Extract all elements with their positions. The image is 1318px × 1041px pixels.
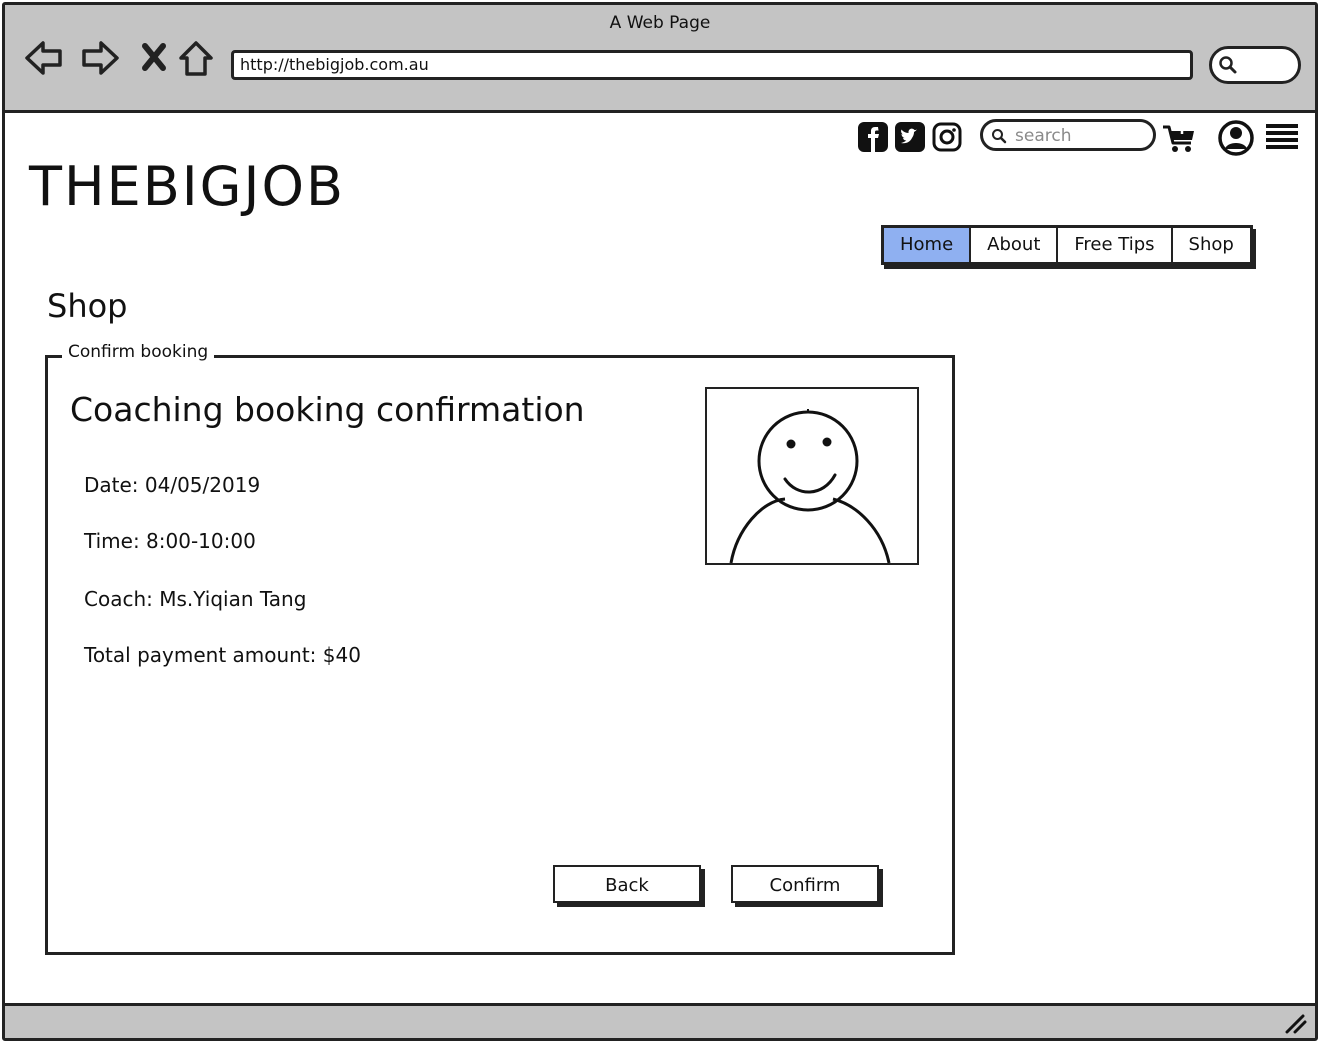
url-field[interactable]: http://thebigjob.com.au	[231, 50, 1193, 80]
booking-total: Total payment amount: $40	[84, 643, 361, 667]
booking-coach: Coach: Ms.Yiqian Tang	[84, 587, 307, 611]
tab-free-tips[interactable]: Free Tips	[1056, 228, 1171, 262]
site-search-box[interactable]	[980, 119, 1156, 151]
tab-about[interactable]: About	[969, 228, 1057, 262]
back-arrow-icon[interactable]	[23, 37, 65, 79]
tab-home[interactable]: Home	[884, 228, 970, 262]
site-search-input[interactable]	[1013, 124, 1147, 148]
search-icon	[1219, 56, 1237, 74]
instagram-icon[interactable]	[931, 121, 963, 153]
search-icon	[992, 129, 1007, 144]
site-logo[interactable]: THEBIGJOB	[29, 155, 345, 218]
resize-grip-icon[interactable]	[1283, 1012, 1307, 1034]
browser-window: A Web Page http://thebigjob.com.au THEBI…	[2, 2, 1318, 1041]
page-title: Shop	[47, 287, 128, 325]
main-nav: Home About Free Tips Shop	[881, 225, 1253, 265]
forward-arrow-icon[interactable]	[79, 37, 121, 79]
user-icon[interactable]	[1217, 119, 1255, 157]
browser-search-button[interactable]	[1209, 46, 1301, 84]
confirmation-title: Coaching booking confirmation	[70, 390, 585, 429]
back-button[interactable]: Back	[553, 865, 701, 903]
booking-date: Date: 04/05/2019	[84, 473, 261, 497]
cart-add-icon[interactable]	[1161, 119, 1199, 157]
browser-toolbar: A Web Page http://thebigjob.com.au	[5, 5, 1315, 113]
window-title: A Web Page	[609, 13, 711, 33]
group-label: Confirm booking	[62, 342, 215, 362]
menu-icon[interactable]	[1263, 119, 1301, 157]
tab-shop[interactable]: Shop	[1170, 228, 1250, 262]
facebook-icon[interactable]	[857, 121, 889, 153]
person-placeholder-icon	[729, 409, 891, 563]
close-icon[interactable]	[133, 37, 175, 79]
confirm-booking-group: Confirm booking Coaching booking confirm…	[45, 342, 955, 955]
status-bar	[5, 1003, 1315, 1038]
home-icon[interactable]	[175, 37, 217, 79]
twitter-icon[interactable]	[894, 121, 926, 153]
coach-avatar	[705, 387, 919, 565]
confirm-button[interactable]: Confirm	[731, 865, 879, 903]
booking-time: Time: 8:00-10:00	[84, 529, 256, 553]
